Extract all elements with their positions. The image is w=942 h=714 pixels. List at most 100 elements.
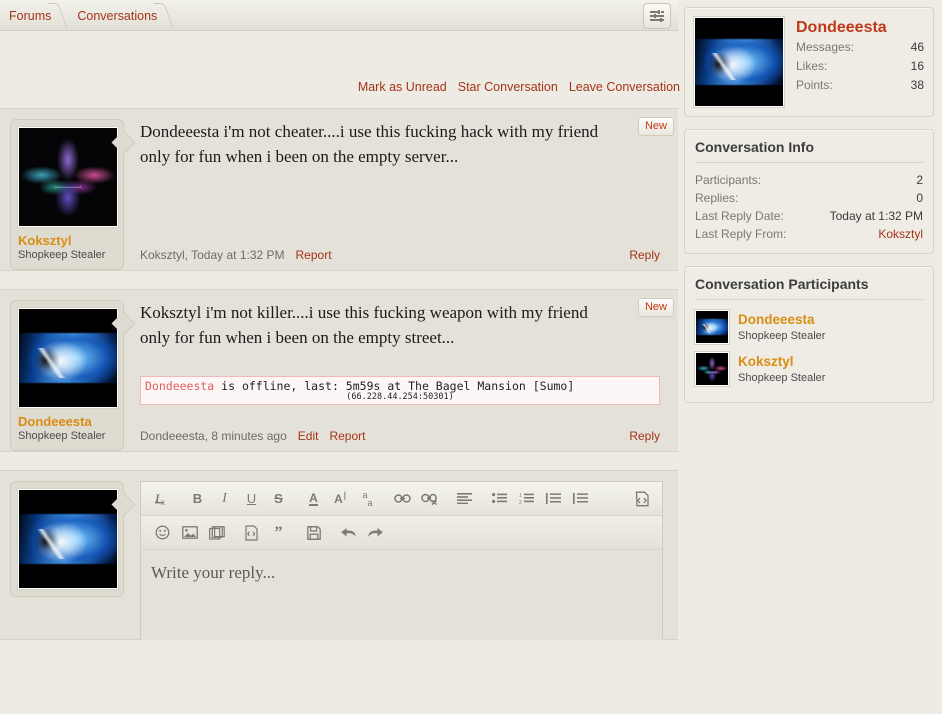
author-username[interactable]: Koksztyl — [18, 233, 116, 248]
code-icon[interactable] — [238, 521, 265, 545]
font-size-icon[interactable]: A∣ — [327, 487, 354, 511]
info-value: 2 — [916, 171, 923, 189]
reply-link[interactable]: Reply — [629, 248, 660, 262]
toolbar-group-lists: 12 — [486, 487, 594, 511]
avatar-letterbox-bottom — [696, 336, 728, 343]
message-body: New Dondeeesta i'm not cheater....i use … — [134, 109, 678, 270]
info-row: Participants: 2 — [695, 171, 923, 189]
save-draft-icon[interactable] — [300, 521, 327, 545]
message-byline: Dondeeesta, 8 minutes ago — [140, 429, 287, 443]
insert-image-icon[interactable] — [176, 521, 203, 545]
sidebar-username[interactable]: Dondeeesta — [796, 18, 924, 37]
info-row: Replies: 0 — [695, 189, 923, 207]
bullet-list-icon[interactable] — [486, 487, 513, 511]
author-user-title: Shopkeep Stealer — [18, 429, 116, 445]
stat-value: 16 — [911, 58, 924, 75]
toolbar-group-font: A A∣ aa — [300, 487, 381, 511]
insert-media-icon[interactable] — [203, 521, 230, 545]
info-value: 0 — [916, 189, 923, 207]
align-icon[interactable] — [451, 487, 478, 511]
italic-icon[interactable]: I — [211, 487, 238, 511]
toolbar-group-history — [335, 521, 389, 545]
author-card: Koksztyl Shopkeep Stealer — [10, 119, 124, 270]
conversation-page: Forums Conversations — [0, 0, 942, 714]
outdent-icon[interactable] — [540, 487, 567, 511]
breadcrumb-separator-icon — [48, 0, 68, 31]
insert-link-icon[interactable] — [389, 487, 416, 511]
toolbar-group-link — [389, 487, 443, 511]
message-text: Koksztyl i'm not killer....i use this fu… — [140, 300, 660, 350]
player-status-box: Dondeeesta is offline, last: 5m59s at Th… — [140, 376, 660, 405]
status-text: is offline, last: 5m59s at The Bagel Man… — [214, 379, 574, 393]
avatar[interactable] — [18, 489, 118, 589]
message-body: New Koksztyl i'm not killer....i use thi… — [134, 290, 678, 451]
smilie-icon[interactable] — [149, 521, 176, 545]
breadcrumb-item-conversations[interactable]: Conversations — [67, 0, 173, 31]
mark-as-unread-link[interactable]: Mark as Unread — [358, 80, 447, 94]
indent-icon[interactable] — [567, 487, 594, 511]
participant-user-title: Shopkeep Stealer — [738, 372, 825, 384]
remove-formatting-icon[interactable]: Ix — [149, 487, 176, 511]
leave-conversation-link[interactable]: Leave Conversation — [569, 80, 680, 94]
font-family-icon[interactable]: aa — [354, 487, 381, 511]
participant-username[interactable]: Dondeeesta — [738, 312, 825, 328]
breadcrumb-separator-icon — [154, 0, 174, 31]
report-link[interactable]: Report — [296, 248, 332, 262]
message-footer: Dondeeesta, 8 minutes ago Edit Report Re… — [140, 429, 660, 443]
star-conversation-link[interactable]: Star Conversation — [458, 80, 558, 94]
underline-icon[interactable]: U — [238, 487, 265, 511]
user-info-card: Dondeeesta Messages: 46 Likes: 16 Points… — [684, 7, 934, 117]
avatar-letterbox-bottom — [19, 385, 117, 407]
reply-link[interactable]: Reply — [629, 429, 660, 443]
breadcrumb-item-forums[interactable]: Forums — [0, 0, 67, 31]
avatar[interactable] — [695, 310, 729, 344]
message-footer: Koksztyl, Today at 1:32 PM Report Reply — [140, 248, 660, 262]
reply-placeholder: Write your reply... — [151, 563, 275, 582]
info-value: Today at 1:32 PM — [830, 207, 923, 225]
strikethrough-icon[interactable]: S — [265, 487, 292, 511]
sliders-icon[interactable] — [643, 3, 671, 29]
edit-link[interactable]: Edit — [298, 429, 319, 443]
card-title: Conversation Participants — [685, 267, 933, 299]
quote-icon[interactable]: ” — [265, 521, 292, 545]
avatar[interactable] — [695, 352, 729, 386]
svg-text:1: 1 — [519, 493, 522, 499]
status-ip: (66.228.44.254:50301) — [145, 392, 655, 402]
breadcrumb-label: Conversations — [77, 9, 157, 23]
message-author: Koksztyl Shopkeep Stealer — [0, 109, 134, 270]
avatar-art-figure — [35, 348, 70, 377]
message: Koksztyl Shopkeep Stealer New Dondeeesta… — [0, 108, 678, 271]
breadcrumb: Forums Conversations — [0, 0, 173, 31]
toggle-bbcode-icon[interactable] — [629, 487, 656, 511]
author-username[interactable]: Dondeeesta — [18, 414, 116, 429]
message: Dondeeesta Shopkeep Stealer New Koksztyl… — [0, 289, 678, 452]
redo-icon[interactable] — [362, 521, 389, 545]
author-user-title: Shopkeep Stealer — [18, 248, 116, 264]
rich-text-editor: Ix B I U S A A∣ — [140, 481, 663, 639]
stat-value: 38 — [911, 77, 924, 94]
reply-input[interactable]: Write your reply... — [141, 550, 662, 640]
conversation-info-card: Conversation Info Participants: 2 Replie… — [684, 129, 934, 254]
participant-row[interactable]: Dondeeesta Shopkeep Stealer — [695, 310, 923, 344]
undo-icon[interactable] — [335, 521, 362, 545]
card-title: Conversation Info — [685, 130, 933, 162]
avatar[interactable] — [18, 127, 118, 227]
stat-row: Likes: 16 — [796, 58, 924, 75]
text-color-icon[interactable]: A — [300, 487, 327, 511]
stat-row: Messages: 46 — [796, 39, 924, 56]
participant-username[interactable]: Koksztyl — [738, 354, 825, 370]
avatar[interactable] — [18, 308, 118, 408]
editor-toolbar-row-2: ” — [141, 516, 662, 550]
svg-text:x: x — [161, 498, 165, 506]
bold-icon[interactable]: B — [184, 487, 211, 511]
toolbar-group-code: ” — [238, 521, 292, 545]
sidebar: Dondeeesta Messages: 46 Likes: 16 Points… — [684, 7, 934, 415]
toolbar-group-draft — [300, 521, 327, 545]
reply-author — [0, 471, 134, 639]
report-link[interactable]: Report — [329, 429, 365, 443]
last-reply-from-link[interactable]: Koksztyl — [878, 225, 923, 243]
participant-row[interactable]: Koksztyl Shopkeep Stealer — [695, 352, 923, 386]
numbered-list-icon[interactable]: 12 — [513, 487, 540, 511]
avatar[interactable] — [694, 17, 784, 107]
unlink-icon[interactable] — [416, 487, 443, 511]
